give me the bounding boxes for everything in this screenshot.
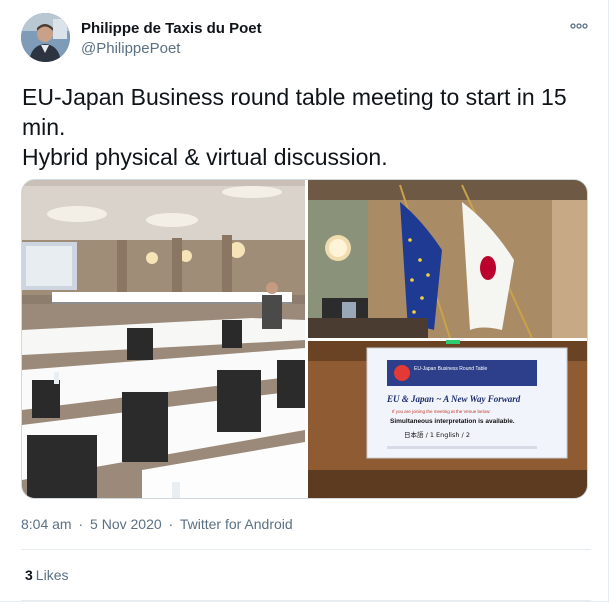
likes-link[interactable]: 3 Likes [25,567,68,583]
tweet-time[interactable]: 8:04 am [21,516,72,532]
screen-subtitle-1: If you are joining the meeting at the Ve… [392,409,491,414]
avatar-photo [21,13,70,62]
media-grid: EU-Japan Business Round Table EU & Japan… [21,179,588,499]
meta-separator: · [78,516,84,532]
more-options-button[interactable] [567,18,591,34]
tweet-source-link[interactable]: Twitter for Android [180,516,293,532]
screen-subtitle-3: 日本語 / 1 English / 2 [404,430,470,439]
divider [21,549,591,550]
tweet-metadata: 8:04 am · 5 Nov 2020 · Twitter for Andro… [21,516,293,532]
more-options-icon [570,23,588,29]
photo-projection-screen[interactable]: EU-Japan Business Round Table EU & Japan… [308,340,588,499]
tweet-date[interactable]: 5 Nov 2020 [90,516,162,532]
divider [21,600,591,601]
tweet-text-line: EU-Japan Business round table meeting to… [22,84,567,110]
media-svg: EU-Japan Business Round Table EU & Japan… [22,180,588,499]
screen-title: EU & Japan ~ A New Way Forward [386,394,521,404]
avatar[interactable] [21,13,70,62]
author-display-name[interactable]: Philippe de Taxis du Poet [81,20,262,37]
tweet-text: EU-Japan Business round table meeting to… [22,82,592,172]
author-handle[interactable]: @PhilippePoet [81,40,180,57]
tweet-text-line: Hybrid physical & virtual discussion. [22,144,388,170]
tweet-card: Philippe de Taxis du Poet @PhilippePoet … [0,0,609,602]
likes-count: 3 [25,567,33,583]
tweet-text-line: min. [22,114,66,140]
screen-header: EU-Japan Business Round Table [414,366,488,372]
photo-flags[interactable] [308,180,588,339]
photo-conference-room[interactable] [22,180,305,499]
likes-label: Likes [35,567,69,583]
screen-subtitle-2: Simultaneous interpretation is available… [390,418,515,425]
meta-separator: · [168,516,174,532]
